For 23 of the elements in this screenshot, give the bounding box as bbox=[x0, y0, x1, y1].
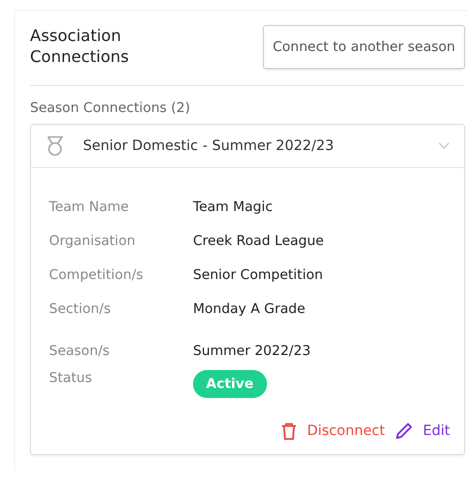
status-badge: Active bbox=[193, 370, 266, 398]
detail-label: Team Name bbox=[49, 199, 130, 215]
detail-value: Monday A Grade bbox=[193, 301, 306, 317]
chevron-icon bbox=[438, 142, 450, 150]
detail-label: Competition/s bbox=[49, 267, 144, 283]
detail-label: Season/s bbox=[49, 343, 111, 359]
detail-value: Creek Road League bbox=[193, 233, 324, 249]
detail-value: Team Magic bbox=[193, 199, 273, 215]
section-title: Association Connections bbox=[30, 25, 130, 67]
detail-label: Status bbox=[49, 370, 94, 386]
trash-icon[interactable] bbox=[281, 422, 298, 440]
detail-label: Organisation bbox=[49, 233, 136, 249]
detail-label: Section/s bbox=[49, 301, 112, 317]
subsection-title: Season Connections (2) bbox=[30, 100, 192, 116]
medal-icon bbox=[45, 135, 65, 157]
connection-title: Senior Domestic - Summer 2022/23 bbox=[83, 138, 335, 154]
action-link[interactable]: Edit bbox=[422, 423, 450, 439]
detail-value: Senior Competition bbox=[193, 267, 323, 283]
accordion-header[interactable]: Senior Domestic - Summer 2022/23 bbox=[31, 125, 464, 168]
detail-value: Summer 2022/23 bbox=[193, 343, 311, 359]
pencil-icon[interactable] bbox=[394, 422, 413, 440]
action-link[interactable]: Disconnect bbox=[307, 423, 385, 439]
connect-button[interactable]: Connect to another season bbox=[263, 25, 465, 69]
